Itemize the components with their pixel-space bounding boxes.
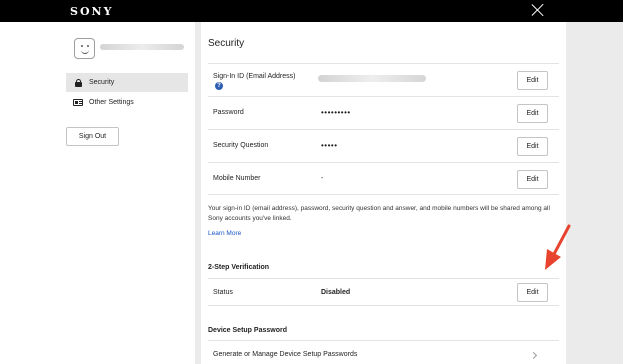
annotation-arrow xyxy=(545,224,571,270)
annotation-arrow-head xyxy=(545,249,561,270)
annotation-arrow-shaft xyxy=(551,224,571,258)
